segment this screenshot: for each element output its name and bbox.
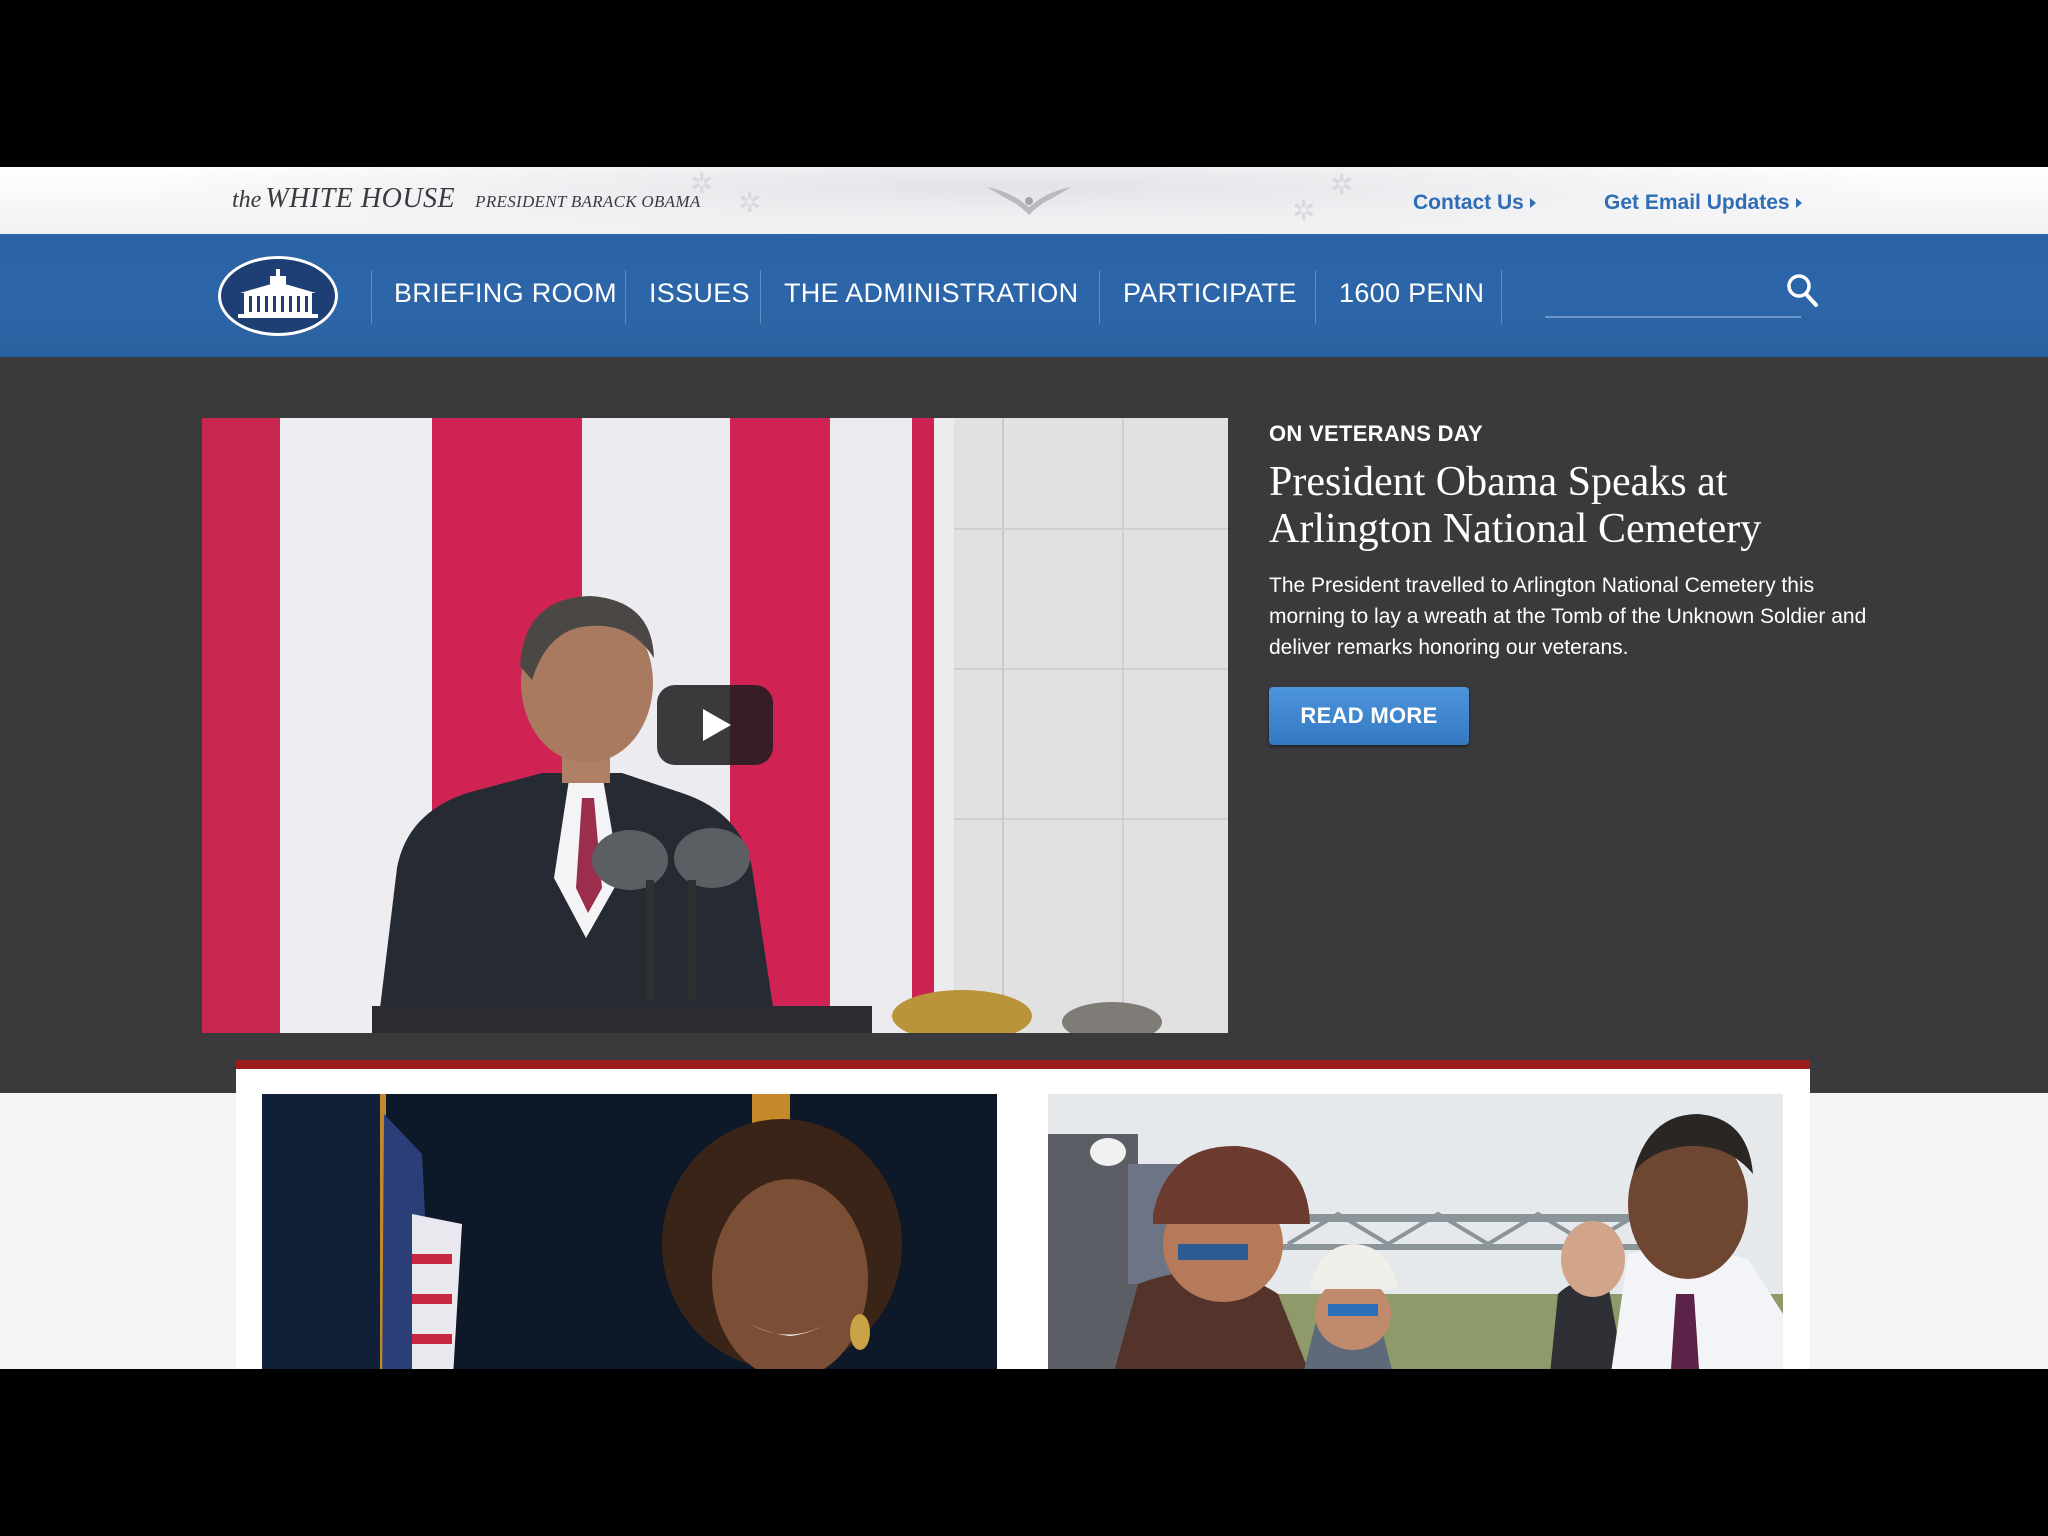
feature-image-first-lady <box>262 1094 997 1369</box>
wordmark-white-house: WHITE HOUSE <box>265 183 456 214</box>
nav-participate[interactable]: PARTICIPATE <box>1123 278 1297 309</box>
hero-summary: The President travelled to Arlington Nat… <box>1269 574 1867 659</box>
hero-eyebrow: ON VETERANS DAY <box>1269 421 1483 446</box>
white-house-icon <box>238 269 318 318</box>
wordmark-president: PRESIDENT BARACK OBAMA <box>475 192 701 211</box>
hero-video[interactable] <box>202 418 1228 1033</box>
contact-us-label: Contact Us <box>1413 191 1524 214</box>
play-icon <box>703 709 731 741</box>
page: ✲ ✲ ✲ ✲ the WHITE HOUSE PRESIDENT BARACK… <box>0 167 2048 1369</box>
email-updates-link[interactable]: Get Email Updates <box>1604 191 1802 215</box>
nav-1600-penn[interactable]: 1600 PENN <box>1339 278 1484 309</box>
caret-right-icon <box>1795 198 1802 209</box>
white-house-logo[interactable] <box>218 256 338 336</box>
featured-panel <box>236 1060 1810 1369</box>
search-icon <box>1787 274 1818 307</box>
nav-issues[interactable]: ISSUES <box>649 278 750 309</box>
nav-divider <box>371 270 372 324</box>
hero-headline[interactable]: President Obama Speaks at Arlington Nati… <box>1269 459 1889 553</box>
site-wordmark[interactable]: the WHITE HOUSE PRESIDENT BARACK OBAMA <box>232 183 701 215</box>
feature-image-workers <box>1048 1094 1783 1369</box>
star-icon: ✲ <box>738 186 762 219</box>
star-icon: ✲ <box>1292 194 1316 227</box>
feature-card-workers[interactable] <box>1048 1094 1783 1369</box>
feature-card-first-lady[interactable] <box>262 1094 997 1369</box>
nav-briefing-room[interactable]: BRIEFING ROOM <box>394 278 617 309</box>
wordmark-the: the <box>232 187 262 213</box>
hero-section: ON VETERANS DAY President Obama Speaks a… <box>0 357 2048 1093</box>
search-input[interactable] <box>1545 276 1801 318</box>
nav-divider <box>760 270 761 324</box>
star-icon: ✲ <box>1330 168 1354 201</box>
eagle-icon <box>987 187 1071 215</box>
nav-divider <box>1099 270 1100 324</box>
play-button[interactable] <box>657 685 773 765</box>
nav-divider <box>625 270 626 324</box>
caret-right-icon <box>1529 198 1536 209</box>
top-utility-bar: ✲ ✲ ✲ ✲ the WHITE HOUSE PRESIDENT BARACK… <box>0 167 2048 234</box>
search-button[interactable] <box>1785 272 1821 310</box>
email-updates-label: Get Email Updates <box>1604 191 1790 214</box>
nav-divider <box>1501 270 1502 324</box>
nav-the-administration[interactable]: THE ADMINISTRATION <box>784 278 1078 309</box>
read-more-button[interactable]: READ MORE <box>1269 687 1469 745</box>
main-nav: BRIEFING ROOM ISSUES THE ADMINISTRATION … <box>0 234 2048 357</box>
nav-divider <box>1315 270 1316 324</box>
contact-us-link[interactable]: Contact Us <box>1413 191 1536 215</box>
